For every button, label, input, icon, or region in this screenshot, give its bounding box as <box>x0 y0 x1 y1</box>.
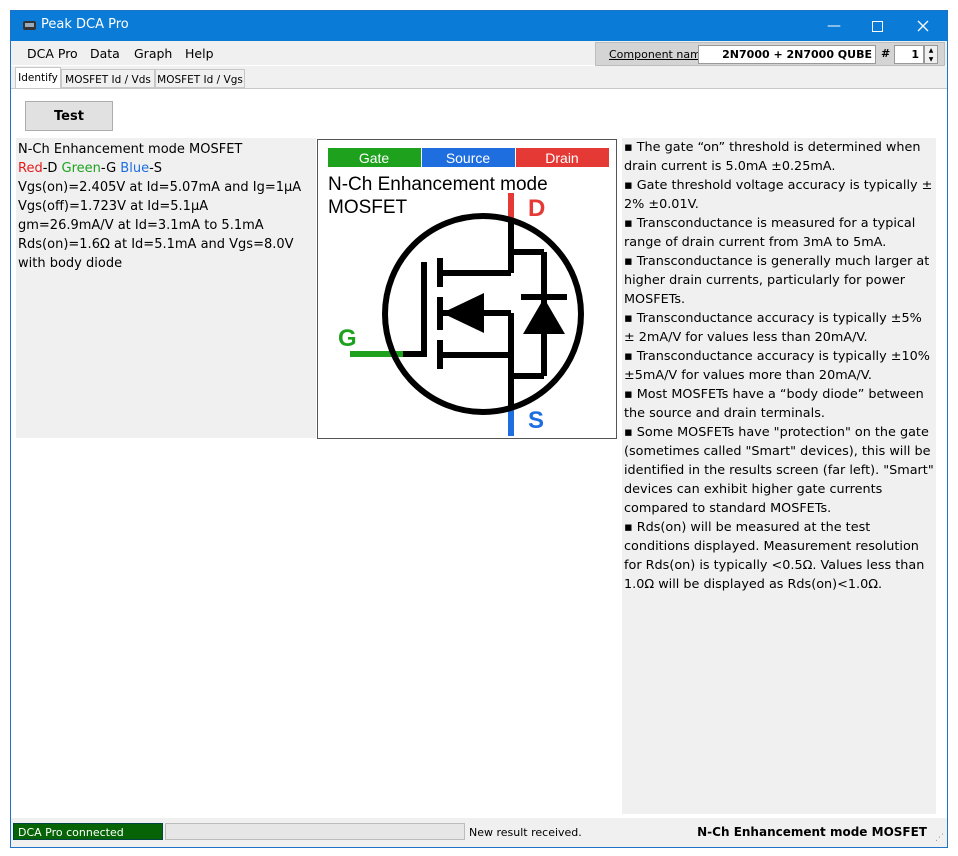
pin-blue-label: Blue <box>120 161 150 176</box>
pin-g-letter: G <box>338 325 357 352</box>
legend-drain-label: Drain <box>545 150 578 166</box>
component-name-input[interactable]: 2N7000 + 2N7000 QUBE <box>698 45 876 64</box>
spinner-up-icon[interactable]: ▲ <box>925 46 937 55</box>
pin-color-legend: Red-D Green-G Blue-S <box>18 159 314 178</box>
legend-source-label: Source <box>446 150 491 166</box>
result-vgs-off: Vgs(off)=1.723V at Id=5.1µA <box>18 199 209 214</box>
menu-help[interactable]: Help <box>185 46 214 61</box>
title-bar[interactable]: Peak DCA Pro — <box>11 11 947 41</box>
component-name-box: Component name 2N7000 + 2N7000 QUBE # 1 … <box>595 42 945 66</box>
tab-identify[interactable]: Identify <box>15 67 61 88</box>
pin-s-label: -S <box>149 161 163 176</box>
connection-status: DCA Pro connected <box>13 823 163 840</box>
note-item: ▪ Rds(on) will be measured at the test c… <box>624 520 925 592</box>
mosfet-symbol: Gate Source Drain N-Ch Enhancement mode … <box>328 148 609 436</box>
minimize-icon[interactable]: — <box>811 11 857 41</box>
notes-panel: ▪ The gate “on” threshold is determined … <box>622 138 936 814</box>
note-item: ▪ Some MOSFETs have "protection" on the … <box>624 425 934 516</box>
status-bar: DCA Pro connected New result received. N… <box>11 818 947 847</box>
diagram-caption-line1: N-Ch Enhancement mode <box>328 174 548 195</box>
component-name-label[interactable]: Component name <box>609 48 708 61</box>
tab-mosfet-id-vgs[interactable]: MOSFET Id / Vgs <box>155 69 245 88</box>
test-button[interactable]: Test <box>25 101 113 131</box>
result-body-diode: with body diode <box>18 256 123 271</box>
spinner-down-icon[interactable]: ▼ <box>925 55 937 64</box>
pin-green-label: Green <box>61 161 101 176</box>
results-panel: N-Ch Enhancement mode MOSFET Red-D Green… <box>16 138 316 438</box>
window-title: Peak DCA Pro <box>41 17 129 32</box>
component-index-label: # <box>881 47 891 60</box>
status-message: New result received. <box>469 826 582 839</box>
close-icon[interactable] <box>900 11 946 41</box>
result-vgs-on: Vgs(on)=2.405V at Id=5.07mA and Ig=1µA <box>18 180 302 195</box>
body-diode-triangle <box>523 298 565 334</box>
pin-s-letter: S <box>528 407 544 434</box>
channel-arrow <box>442 293 484 333</box>
note-item: ▪ Transconductance accuracy is typically… <box>624 349 930 383</box>
component-index-input[interactable]: 1 <box>894 45 924 64</box>
pin-d-label: -D <box>42 161 62 176</box>
app-window: Peak DCA Pro — DCA Pro Data Graph Help C… <box>10 10 948 848</box>
component-diagram: Gate Source Drain N-Ch Enhancement mode … <box>317 139 617 439</box>
component-index-spinner[interactable]: ▲ ▼ <box>924 45 938 64</box>
note-item: ▪ Transconductance accuracy is typically… <box>624 311 922 345</box>
tab-mosfet-id-vds[interactable]: MOSFET Id / Vds <box>61 69 155 88</box>
resize-grip-icon[interactable]: ⋰ <box>935 833 944 843</box>
pin-g-label: -G <box>100 161 121 176</box>
progress-bar <box>165 823 465 840</box>
pin-d-letter: D <box>528 195 545 222</box>
note-item: ▪ Gate threshold voltage accuracy is typ… <box>624 178 933 212</box>
note-item: ▪ The gate “on” threshold is determined … <box>624 140 921 174</box>
note-item: ▪ Transconductance is measured for a typ… <box>624 216 916 250</box>
result-gm: gm=26.9mA/V at Id=3.1mA to 5.1mA <box>18 218 264 233</box>
menu-graph[interactable]: Graph <box>134 46 172 61</box>
result-rds-on: Rds(on)=1.6Ω at Id=5.1mA and Vgs=8.0V <box>18 237 294 252</box>
note-item: ▪ Most MOSFETs have a “body diode” betwe… <box>624 387 924 421</box>
diagram-caption-line2: MOSFET <box>328 197 408 218</box>
menu-data[interactable]: Data <box>90 46 120 61</box>
maximize-icon[interactable] <box>854 11 900 41</box>
legend-gate-label: Gate <box>359 150 390 166</box>
result-title: N-Ch Enhancement mode MOSFET <box>18 142 243 157</box>
tab-bar: Identify MOSFET Id / Vds MOSFET Id / Vgs <box>11 66 947 88</box>
menu-dca-pro[interactable]: DCA Pro <box>27 46 78 61</box>
pin-red-label: Red <box>18 161 43 176</box>
status-component-type: N-Ch Enhancement mode MOSFET <box>697 825 927 839</box>
app-icon <box>23 21 36 30</box>
note-item: ▪ Transconductance is generally much lar… <box>624 254 930 307</box>
